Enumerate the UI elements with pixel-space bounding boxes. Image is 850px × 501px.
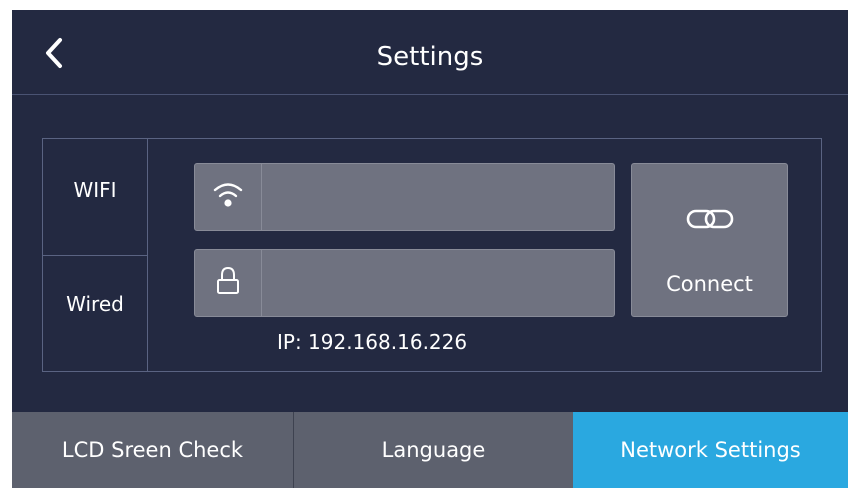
wifi-ssid-field[interactable] (194, 163, 615, 232)
wifi-ssid-input[interactable] (267, 164, 611, 232)
network-panel: WIFI Wired Connect IP: 192.168.16.226 (42, 138, 822, 372)
password-field[interactable] (194, 249, 615, 318)
panel-divider (43, 255, 147, 256)
tab-language[interactable]: Language (294, 412, 573, 488)
connect-button[interactable]: Connect (631, 163, 788, 317)
settings-screen: Settings WIFI Wired Connect IP: 192.168.… (12, 10, 848, 488)
panel-divider (147, 139, 148, 371)
tab-network-settings[interactable]: Network Settings (573, 412, 848, 488)
mode-wifi-option[interactable]: WIFI (43, 177, 147, 203)
ip-address-text: IP: 192.168.16.226 (277, 330, 468, 354)
mode-wired-option[interactable]: Wired (43, 291, 147, 317)
tab-lcd-screen-check[interactable]: LCD Sreen Check (12, 412, 294, 488)
bottom-tab-bar: LCD Sreen Check Language Network Setting… (12, 412, 848, 488)
lock-icon (217, 266, 239, 294)
lock-icon-cell (195, 250, 262, 316)
wifi-icon (213, 183, 243, 207)
password-input[interactable] (267, 250, 611, 318)
link-icon (686, 209, 734, 229)
header-bar: Settings (12, 10, 848, 95)
page-title: Settings (376, 42, 484, 72)
wifi-icon-cell (195, 164, 262, 230)
connect-button-label: Connect (666, 272, 753, 296)
